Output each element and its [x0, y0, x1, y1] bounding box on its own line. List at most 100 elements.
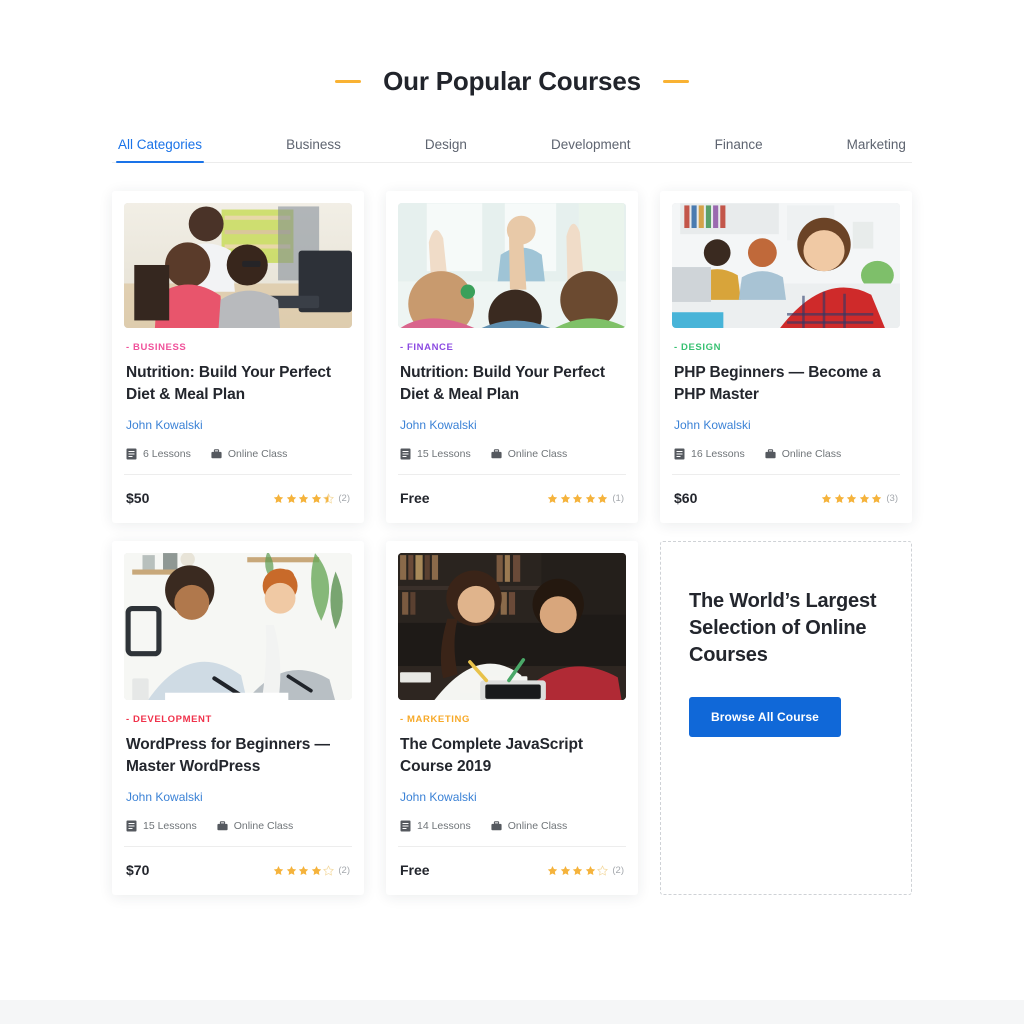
accent-dash-left — [335, 80, 362, 83]
course-lessons: 16 Lessons — [674, 448, 745, 460]
course-class-type: Online Class — [211, 448, 287, 460]
accent-dash-right — [662, 80, 689, 83]
course-card[interactable]: - DESIGN PHP Beginners — Become a PHP Ma… — [660, 191, 912, 523]
course-meta: 15 Lessons Online Class — [400, 448, 624, 474]
course-meta: 15 Lessons Online Class — [126, 820, 350, 846]
course-thumbnail[interactable] — [398, 203, 626, 328]
review-count: (2) — [612, 864, 624, 876]
course-lessons-label: 16 Lessons — [691, 448, 745, 460]
review-count: (3) — [886, 492, 898, 504]
page-root: Our Popular Courses All Categories Busin… — [0, 0, 1024, 1024]
browse-all-course-button[interactable]: Browse All Course — [689, 697, 841, 737]
star-icon — [286, 865, 297, 875]
star-rating — [821, 493, 882, 504]
course-class-label: Online Class — [781, 448, 842, 460]
star-icon — [311, 493, 322, 503]
footer-strip — [0, 1000, 1024, 1024]
course-thumbnail[interactable] — [398, 553, 626, 700]
star-icon — [834, 493, 845, 503]
course-lessons-label: 14 Lessons — [417, 820, 471, 832]
course-lessons: 15 Lessons — [126, 820, 197, 832]
course-price: Free — [400, 490, 430, 506]
course-footer: Free (1) — [398, 474, 626, 523]
course-meta: 16 Lessons Online Class — [674, 448, 898, 474]
student-in-plaid-shirt-photo — [672, 203, 900, 328]
course-author[interactable]: John Kowalski — [126, 418, 350, 432]
course-category[interactable]: - DEVELOPMENT — [126, 714, 350, 725]
course-category[interactable]: - BUSINESS — [126, 342, 350, 353]
briefcase-icon — [211, 448, 222, 460]
star-icon — [274, 865, 284, 875]
course-class-type: Online Class — [765, 448, 842, 460]
course-title[interactable]: Nutrition: Build Your Perfect Diet & Mea… — [400, 362, 624, 407]
course-rating: (2) — [273, 493, 350, 504]
course-thumbnail[interactable] — [672, 203, 900, 328]
course-author[interactable]: John Kowalski — [400, 418, 624, 432]
star-icon — [323, 492, 335, 504]
course-rating: (1) — [547, 493, 624, 504]
star-icon — [859, 493, 870, 503]
document-icon — [400, 820, 411, 832]
course-title[interactable]: WordPress for Beginners — Master WordPre… — [126, 734, 350, 779]
course-lessons: 6 Lessons — [126, 448, 191, 460]
tab-finance[interactable]: Finance — [713, 137, 765, 162]
students-studying-in-library-photo — [398, 553, 626, 700]
star-icon — [311, 865, 322, 875]
document-icon — [126, 448, 137, 460]
course-lessons: 15 Lessons — [400, 448, 471, 460]
course-body: - BUSINESS Nutrition: Build Your Perfect… — [124, 328, 352, 474]
course-card[interactable]: - FINANCE Nutrition: Build Your Perfect … — [386, 191, 638, 523]
tab-marketing[interactable]: Marketing — [845, 137, 908, 162]
star-icon — [872, 493, 882, 503]
course-lessons-label: 15 Lessons — [417, 448, 471, 460]
course-thumbnail[interactable] — [124, 203, 352, 328]
course-category[interactable]: - FINANCE — [400, 342, 624, 353]
star-rating — [547, 493, 608, 504]
course-thumbnail[interactable] — [124, 553, 352, 700]
review-count: (2) — [338, 864, 350, 876]
course-author[interactable]: John Kowalski — [674, 418, 898, 432]
star-icon — [585, 493, 596, 503]
course-author[interactable]: John Kowalski — [126, 790, 350, 804]
tab-development[interactable]: Development — [549, 137, 633, 162]
course-lessons: 14 Lessons — [400, 820, 471, 832]
tab-design[interactable]: Design — [423, 137, 469, 162]
briefcase-icon — [491, 820, 502, 832]
star-icon — [274, 493, 284, 503]
course-card[interactable]: - DEVELOPMENT WordPress for Beginners — … — [112, 541, 364, 895]
course-class-type: Online Class — [491, 820, 568, 832]
course-title[interactable]: PHP Beginners — Become a PHP Master — [674, 362, 898, 407]
star-icon — [560, 865, 571, 875]
tab-business[interactable]: Business — [284, 137, 343, 162]
course-card[interactable]: - BUSINESS Nutrition: Build Your Perfect… — [112, 191, 364, 523]
course-card[interactable]: - MARKETING The Complete JavaScript Cour… — [386, 541, 638, 895]
course-author[interactable]: John Kowalski — [400, 790, 624, 804]
course-body: - MARKETING The Complete JavaScript Cour… — [398, 700, 626, 846]
star-icon — [597, 864, 609, 876]
course-title[interactable]: The Complete JavaScript Course 2019 — [400, 734, 624, 779]
course-body: - DEVELOPMENT WordPress for Beginners — … — [124, 700, 352, 846]
course-class-label: Online Class — [233, 820, 294, 832]
review-count: (1) — [612, 492, 624, 504]
promo-title: The World’s Largest Selection of Online … — [689, 590, 877, 666]
category-tabs-container: All Categories Business Design Developme… — [112, 137, 912, 163]
star-icon — [286, 493, 297, 503]
course-rating: (3) — [821, 493, 898, 504]
course-category[interactable]: - DESIGN — [674, 342, 898, 353]
star-icon — [822, 493, 832, 503]
course-lessons-label: 15 Lessons — [143, 820, 197, 832]
course-class-type: Online Class — [491, 448, 567, 460]
document-icon — [400, 448, 411, 460]
course-body: - DESIGN PHP Beginners — Become a PHP Ma… — [672, 328, 900, 474]
star-icon — [598, 493, 608, 503]
promo-card: The World’s Largest Selection of Online … — [660, 541, 912, 895]
star-icon — [323, 864, 335, 876]
course-footer: Free (2) — [398, 846, 626, 895]
tab-all-categories[interactable]: All Categories — [116, 137, 205, 163]
course-category[interactable]: - MARKETING — [400, 714, 624, 725]
classroom-raised-hands-photo — [398, 203, 626, 328]
course-class-label: Online Class — [507, 820, 568, 832]
course-title[interactable]: Nutrition: Build Your Perfect Diet & Mea… — [126, 362, 350, 407]
briefcase-icon — [765, 448, 776, 460]
briefcase-icon — [217, 820, 228, 832]
